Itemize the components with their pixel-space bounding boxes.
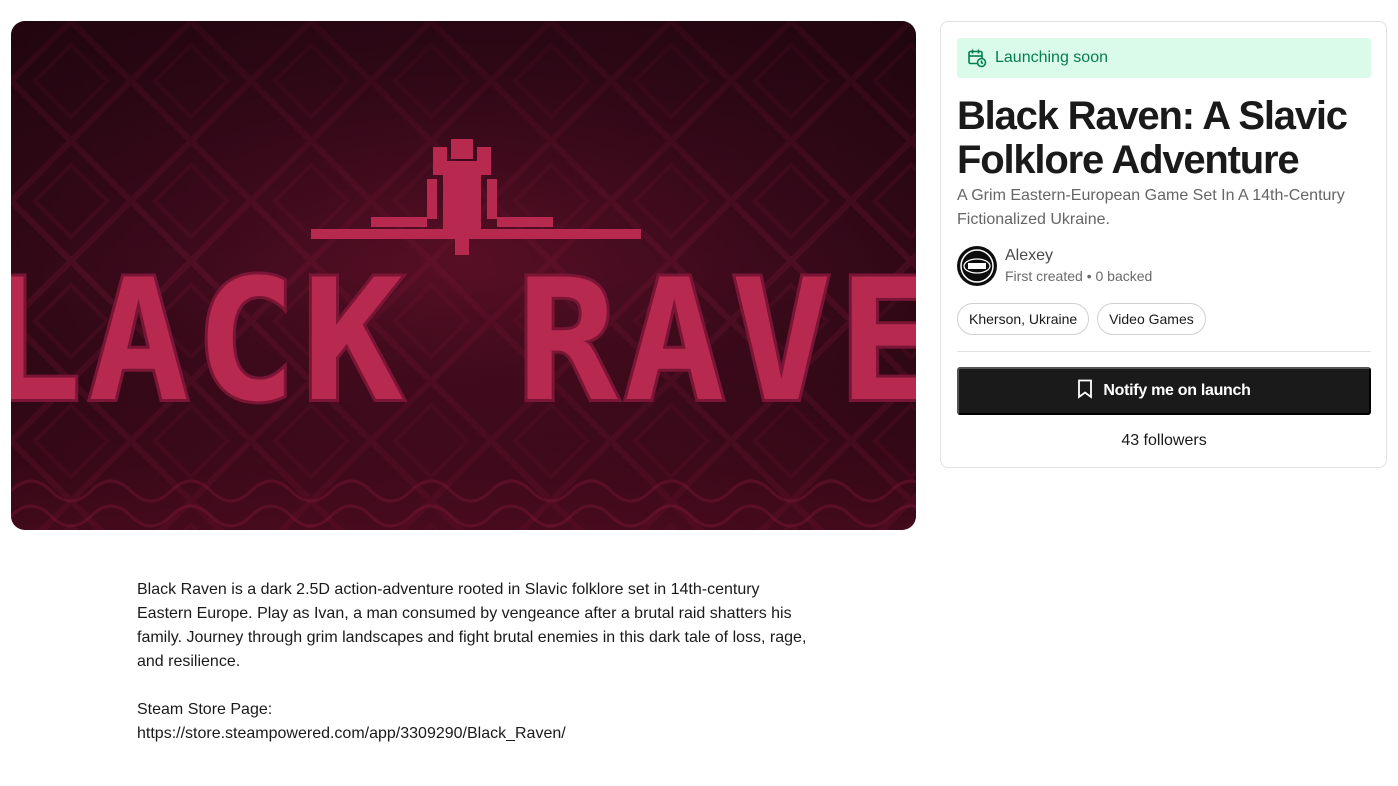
divider: [957, 351, 1371, 352]
svg-text:BLACK RAVEN: BLACK RAVEN: [11, 243, 916, 439]
project-title: Black Raven: A Slavic Folklore Adventure: [957, 94, 1348, 182]
store-link[interactable]: https://store.steampowered.com/app/33092…: [137, 725, 566, 742]
tag-location[interactable]: Kherson, Ukraine: [957, 303, 1090, 335]
tag-category[interactable]: Video Games: [1097, 303, 1206, 335]
status-label: Launching soon: [995, 49, 1108, 66]
hero-logo: BLACK RAVEN: [11, 240, 916, 442]
notify-label: Notify me on launch: [1103, 382, 1251, 399]
store-label: Steam Store Page:: [137, 701, 273, 718]
hero-artwork: BLACK RAVEN: [11, 21, 916, 530]
creator-info[interactable]: Alexey First created • 0 backed: [957, 246, 1152, 286]
creator-meta: First created • 0 backed: [1005, 268, 1153, 284]
avatar[interactable]: [957, 246, 997, 286]
calendar-clock-icon: [967, 48, 987, 68]
creator-name[interactable]: Alexey: [1005, 246, 1152, 266]
project-summary-card: Launching soon Black Raven: A Slavic Fol…: [940, 21, 1387, 468]
followers-count: 43 followers: [1121, 432, 1207, 449]
status-banner: Launching soon: [957, 38, 1371, 78]
bookmark-icon: [1077, 379, 1093, 404]
project-description: Black Raven is a dark 2.5D action-advent…: [137, 578, 807, 746]
project-hero-image[interactable]: BLACK RAVEN: [11, 21, 916, 530]
project-subtitle: A Grim Eastern-European Game Set In A 14…: [957, 187, 1345, 228]
description-paragraph: Black Raven is a dark 2.5D action-advent…: [137, 581, 807, 670]
project-tags: Kherson, Ukraine Video Games: [957, 303, 1206, 335]
notify-me-button[interactable]: Notify me on launch: [957, 367, 1371, 415]
